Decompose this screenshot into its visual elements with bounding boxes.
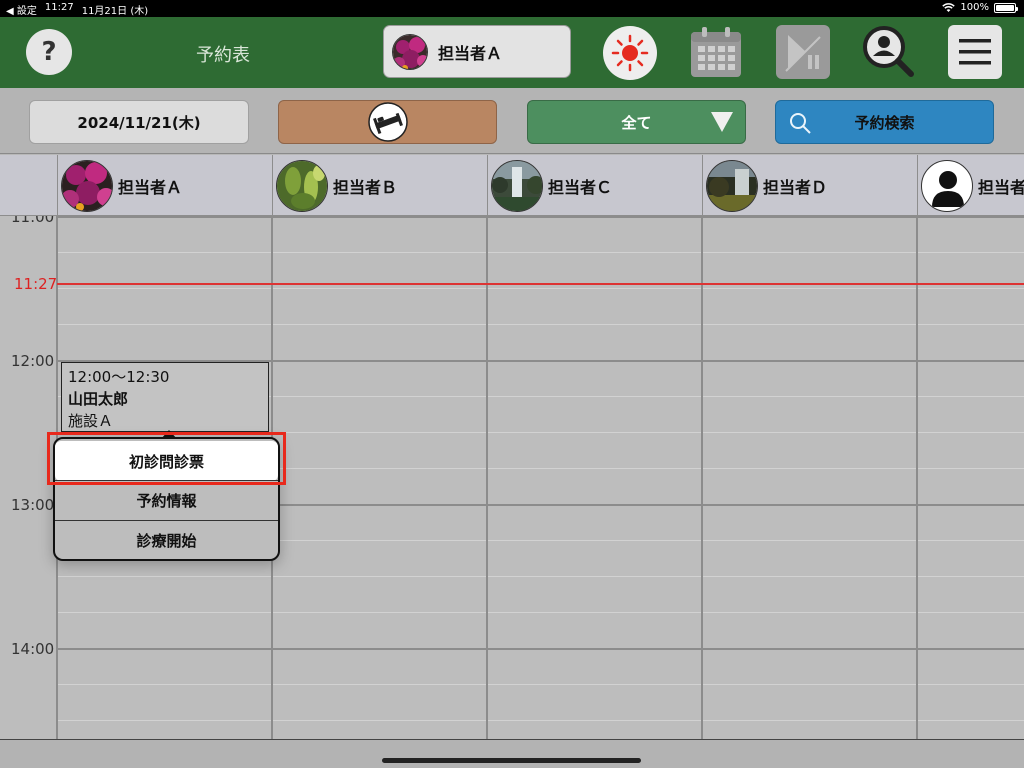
time-label: 13:00 [11, 496, 55, 514]
staff-search-button[interactable] [862, 25, 916, 79]
battery-icon [994, 2, 1018, 13]
column-divider [701, 216, 703, 739]
staff-name: 担当者Ｅ [978, 177, 1024, 197]
menu-item-initial-questionnaire[interactable]: 初診問診票 [55, 441, 278, 481]
play-pause-button[interactable] [776, 25, 830, 79]
menu-item-reservation-info[interactable]: 予約情報 [55, 480, 278, 520]
filter-value: 全て [621, 113, 652, 132]
sun-icon [611, 34, 649, 72]
staff-columns-header: 担当者Ａ 担当者Ｂ 担当者Ｃ 担当者Ｄ 担当者Ｅ [0, 155, 1024, 216]
staff-name: 担当者Ｃ [548, 177, 613, 197]
grid-line [57, 684, 1024, 685]
current-time-label: 11:27 [14, 275, 58, 293]
time-label: 14:00 [11, 640, 55, 658]
grid-line [57, 324, 1024, 325]
staff-column-c[interactable]: 担当者Ｃ [487, 155, 702, 216]
staff-avatar-waterfall [491, 159, 543, 212]
search-icon [790, 113, 811, 134]
grid-line [57, 612, 1024, 613]
time-label: 11:00 [11, 216, 55, 226]
back-to-settings[interactable]: ◀ 設定 [6, 2, 37, 17]
grid-line [57, 252, 1024, 253]
appointment-facility: 施設Ａ [68, 412, 114, 430]
appointment-patient: 山田太郎 [68, 390, 129, 408]
app-header: ? 予約表 担当者Ａ [0, 17, 1024, 88]
person-silhouette-icon [921, 159, 973, 212]
staff-column-b[interactable]: 担当者Ｂ [272, 155, 487, 216]
home-indicator[interactable] [382, 758, 641, 763]
staff-avatar-leaves [276, 159, 328, 212]
menu-item-start-consultation[interactable]: 診療開始 [55, 520, 278, 560]
staff-name: 担当者Ｂ [333, 177, 398, 197]
grid-line [57, 432, 1024, 433]
menu-button[interactable] [948, 25, 1002, 79]
hour-line [57, 216, 1024, 218]
staff-avatar-flowers [61, 159, 113, 212]
grid-line [57, 288, 1024, 289]
user-search-icon [863, 26, 914, 77]
reservation-search-button[interactable]: 予約検索 [775, 100, 994, 144]
appointment-action-menu: 初診問診票 予約情報 診療開始 [53, 430, 280, 561]
bed-button[interactable] [278, 100, 497, 144]
search-label: 予約検索 [854, 113, 915, 132]
staff-column-a[interactable]: 担当者Ａ [57, 155, 272, 216]
staff-selector-button[interactable]: 担当者Ａ [383, 25, 571, 78]
battery-percent: 100% [960, 2, 989, 13]
staff-avatar-flowers [392, 33, 428, 70]
hour-line [57, 648, 1024, 650]
staff-name: 担当者Ａ [118, 177, 183, 197]
staff-column-d[interactable]: 担当者Ｄ [702, 155, 917, 216]
hamburger-icon [959, 39, 991, 65]
bed-icon [367, 102, 408, 142]
dropdown-arrow-icon [711, 112, 733, 132]
help-button[interactable]: ? [26, 29, 72, 75]
status-time: 11:27 [44, 2, 74, 13]
page-title: 予約表 [196, 45, 250, 66]
appointment-time: 12:00～12:30 [68, 368, 170, 386]
staff-column-e[interactable]: 担当者Ｅ [917, 155, 1024, 216]
wifi-icon [942, 2, 956, 12]
grid-line [57, 720, 1024, 721]
staff-avatar-waterfall-dark [706, 159, 758, 212]
date-picker-button[interactable]: 2024/11/21(木) [29, 100, 249, 144]
calendar-icon [691, 27, 741, 77]
current-time-line [57, 283, 1024, 285]
selected-staff-name: 担当者Ａ [438, 43, 503, 63]
filter-dropdown[interactable]: 全て [527, 100, 746, 144]
bottom-bar [0, 739, 1024, 768]
grid-line [57, 576, 1024, 577]
appointment-card[interactable]: 12:00～12:30 山田太郎 施設Ａ [61, 362, 269, 432]
status-bar: ◀ 設定 11:27 11月21日 (木) 100% [0, 0, 1024, 17]
staff-name: 担当者Ｄ [763, 177, 828, 197]
calendar-button[interactable] [689, 25, 743, 79]
column-divider [486, 216, 488, 739]
column-divider [916, 216, 918, 739]
play-pause-icon [785, 35, 821, 72]
status-date: 11月21日 (木) [81, 6, 149, 17]
help-icon: ? [41, 37, 57, 67]
time-label: 12:00 [11, 352, 55, 370]
toolbar: 2024/11/21(木) 全て 予約検索 [0, 88, 1024, 154]
day-view-button[interactable] [603, 26, 657, 80]
